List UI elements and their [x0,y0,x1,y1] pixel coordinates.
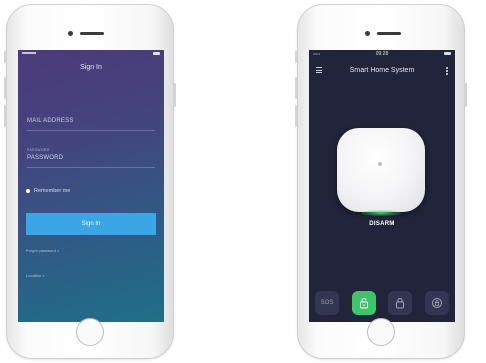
signal-indicator [22,52,36,54]
mute-switch [295,51,298,63]
password-underline [27,167,155,168]
home-screen: ••••• 09:28 Smart Home System DISARM SOS [309,50,455,322]
sos-button[interactable]: SOS [315,291,339,315]
action-bar: SOS [315,291,449,315]
battery-icon [153,52,160,55]
earpiece-speaker [80,32,104,35]
home-button [367,318,395,346]
volume-down-button [295,105,298,127]
power-button [464,83,467,107]
status-bar: ••••• 09:28 [309,50,455,58]
page-title: Sign In [80,64,102,71]
remember-me-label: Remember me [34,188,71,194]
signin-screen: Sign In MAIL ADDRESS PASSWORD PASSWORD R… [18,50,164,322]
password-field-label: PASSWORD [27,148,50,152]
status-bar [18,50,164,58]
phone-right: ••••• 09:28 Smart Home System DISARM SOS [295,4,467,359]
email-placeholder[interactable]: MAIL ADDRESS [27,118,155,124]
phone-left: Sign In MAIL ADDRESS PASSWORD PASSWORD R… [4,4,176,359]
app-bar: Smart Home System [309,64,455,78]
front-camera [68,31,73,36]
hub-status-glow [361,210,401,216]
lock-icon [396,298,405,309]
location-link[interactable]: Location > [26,273,45,278]
system-status-label: DISARM [369,221,395,227]
security-hub-device[interactable] [337,128,425,212]
home-button [76,318,104,346]
signin-button[interactable]: Sign In [26,213,156,235]
radio-icon[interactable] [26,189,30,193]
email-underline [27,130,155,131]
app-title: Smart Home System [349,67,415,74]
arm-lock-button[interactable] [388,291,413,315]
hub-indicator-dot [378,162,382,166]
volume-up-button [4,77,7,99]
unlock-icon [359,298,368,309]
volume-down-button [4,105,7,127]
volume-up-button [295,77,298,99]
disarm-unlock-button[interactable] [351,291,376,315]
email-field[interactable]: MAIL ADDRESS [27,118,155,131]
status-time: 09:28 [375,51,389,57]
password-placeholder[interactable]: PASSWORD [27,155,155,161]
front-camera [365,31,370,36]
forgot-password-link[interactable]: Forgot password > [26,248,59,253]
battery-icon [444,52,451,55]
password-field[interactable]: PASSWORD PASSWORD [27,148,155,168]
mute-switch [4,51,7,63]
sos-label: SOS [320,300,334,306]
home-lock-icon [431,298,442,308]
earpiece-speaker [377,32,401,35]
remember-me-toggle[interactable]: Remember me [26,188,70,194]
power-button [173,83,176,107]
home-arm-button[interactable] [424,291,449,315]
more-options-icon[interactable] [446,67,448,75]
